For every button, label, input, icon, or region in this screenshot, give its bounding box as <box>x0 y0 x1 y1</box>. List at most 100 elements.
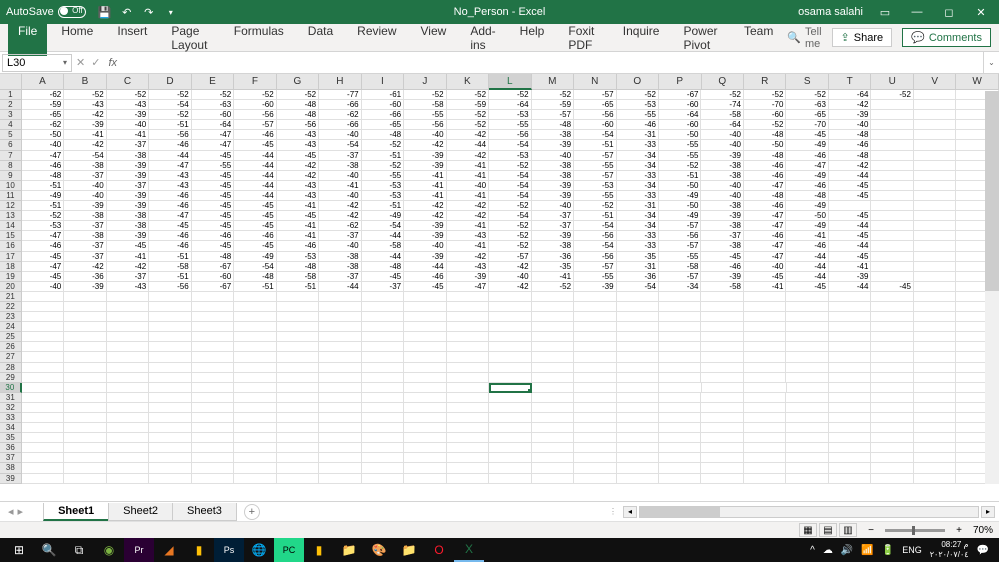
cell[interactable] <box>659 332 701 342</box>
comments-button[interactable]: 💬 Comments <box>902 28 991 47</box>
cell[interactable] <box>22 373 64 383</box>
cell[interactable] <box>362 474 404 484</box>
cell[interactable] <box>192 302 234 312</box>
cell[interactable] <box>829 433 871 443</box>
cell[interactable] <box>362 352 404 362</box>
cell[interactable] <box>744 302 786 312</box>
cell[interactable] <box>871 221 913 231</box>
cell[interactable]: -51 <box>149 272 191 282</box>
cell[interactable] <box>744 474 786 484</box>
cell[interactable]: -58 <box>277 272 319 282</box>
column-header[interactable]: O <box>617 74 659 89</box>
cell[interactable]: -46 <box>192 231 234 241</box>
cell[interactable]: -50 <box>659 201 701 211</box>
cell[interactable] <box>319 413 361 423</box>
cell[interactable]: -45 <box>277 151 319 161</box>
cell[interactable] <box>914 433 956 443</box>
cell[interactable] <box>829 423 871 433</box>
cell[interactable] <box>489 463 531 473</box>
cell[interactable] <box>489 373 531 383</box>
cell[interactable] <box>277 292 319 302</box>
ribbon-tab-power-pivot[interactable]: Power Pivot <box>673 20 730 56</box>
cell[interactable] <box>277 342 319 352</box>
cell[interactable] <box>574 463 616 473</box>
cell[interactable]: -49 <box>234 252 276 262</box>
row-header[interactable]: 8 <box>0 161 22 171</box>
cell[interactable] <box>659 363 701 373</box>
cell[interactable]: -62 <box>22 90 64 100</box>
cell[interactable] <box>404 352 446 362</box>
cell[interactable]: -36 <box>64 272 106 282</box>
cell[interactable] <box>871 322 913 332</box>
cell[interactable]: -41 <box>829 262 871 272</box>
cell[interactable] <box>617 433 659 443</box>
cell[interactable]: -48 <box>362 262 404 272</box>
cell[interactable]: -47 <box>149 161 191 171</box>
cell[interactable]: -56 <box>149 282 191 292</box>
cell[interactable]: -58 <box>701 282 743 292</box>
cell[interactable] <box>107 383 149 393</box>
cell[interactable]: -44 <box>234 171 276 181</box>
cell[interactable] <box>871 161 913 171</box>
cell[interactable]: -35 <box>532 262 574 272</box>
cell[interactable]: -39 <box>107 201 149 211</box>
cell[interactable] <box>617 443 659 453</box>
cell[interactable] <box>107 423 149 433</box>
cell[interactable] <box>786 433 828 443</box>
cell[interactable]: -50 <box>659 130 701 140</box>
cell[interactable] <box>574 292 616 302</box>
cell[interactable] <box>914 383 956 393</box>
cell[interactable] <box>362 443 404 453</box>
cell[interactable]: -46 <box>744 201 786 211</box>
cell[interactable]: -39 <box>404 161 446 171</box>
cell[interactable]: -43 <box>277 191 319 201</box>
cell[interactable]: -46 <box>22 161 64 171</box>
ribbon-tab-insert[interactable]: Insert <box>107 20 157 56</box>
cell[interactable] <box>829 352 871 362</box>
cell[interactable]: -42 <box>404 140 446 150</box>
column-header[interactable]: C <box>107 74 149 89</box>
cell[interactable] <box>786 302 828 312</box>
cell[interactable]: -38 <box>107 151 149 161</box>
cell[interactable] <box>404 363 446 373</box>
cell[interactable] <box>107 322 149 332</box>
cell[interactable] <box>404 403 446 413</box>
column-header[interactable]: E <box>192 74 234 89</box>
scroll-left-icon[interactable]: ◂ <box>623 506 637 518</box>
cell[interactable] <box>277 373 319 383</box>
cell[interactable] <box>914 151 956 161</box>
cell[interactable] <box>914 201 956 211</box>
cell[interactable] <box>149 433 191 443</box>
cell[interactable]: -47 <box>744 211 786 221</box>
cell[interactable]: -52 <box>744 90 786 100</box>
cell[interactable] <box>871 120 913 130</box>
cell[interactable] <box>192 443 234 453</box>
cell[interactable]: -38 <box>701 201 743 211</box>
cell[interactable]: -52 <box>871 90 913 100</box>
cell[interactable]: -40 <box>22 140 64 150</box>
cell[interactable]: -57 <box>659 272 701 282</box>
cell[interactable]: -52 <box>659 161 701 171</box>
cell[interactable]: -39 <box>701 211 743 221</box>
row-header[interactable]: 29 <box>0 373 22 383</box>
cell[interactable] <box>744 373 786 383</box>
cell[interactable] <box>617 312 659 322</box>
cell[interactable] <box>319 403 361 413</box>
cell[interactable]: -51 <box>22 181 64 191</box>
cell[interactable] <box>107 463 149 473</box>
row-header[interactable]: 17 <box>0 252 22 262</box>
cell[interactable]: -55 <box>574 191 616 201</box>
cell[interactable]: -56 <box>234 110 276 120</box>
cell[interactable] <box>319 433 361 443</box>
cell[interactable]: -47 <box>149 211 191 221</box>
chrome-icon[interactable]: 🌐 <box>244 538 274 562</box>
cell[interactable] <box>871 383 913 393</box>
cell[interactable]: -40 <box>319 171 361 181</box>
cell[interactable]: -43 <box>149 181 191 191</box>
row-header[interactable]: 31 <box>0 393 22 403</box>
cell[interactable]: -46 <box>744 171 786 181</box>
cell[interactable]: -46 <box>149 201 191 211</box>
cell[interactable]: -44 <box>362 252 404 262</box>
cell[interactable]: -36 <box>532 252 574 262</box>
cell[interactable] <box>574 413 616 423</box>
